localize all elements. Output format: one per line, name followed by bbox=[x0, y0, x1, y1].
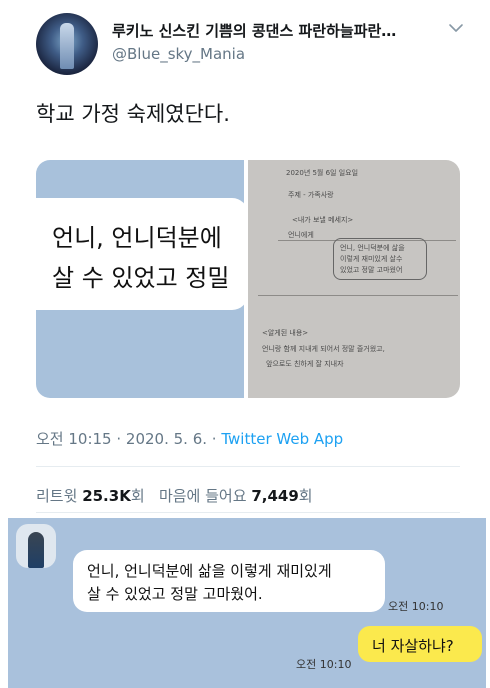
display-name[interactable]: 루키노 신스킨 기쁨의 콩댄스 파란하늘파란… bbox=[112, 20, 442, 41]
tweet-date[interactable]: 2020. 5. 6. bbox=[126, 430, 207, 448]
retweets-label: 리트윗 bbox=[36, 487, 78, 505]
media-image-chat-crop[interactable]: 언니, 언니덕분에 살 수 있었고 정밀 bbox=[36, 160, 248, 398]
worksheet-note-line-1: 언니랑 함께 지내게 되어서 정말 즐거웠고, bbox=[262, 345, 385, 353]
likes-unit: 회 bbox=[298, 487, 313, 505]
incoming-message-line-2: 살 수 있었고 정말 고마웠어. bbox=[87, 585, 263, 603]
outgoing-message-bubble: 너 자살하냐? bbox=[358, 626, 482, 662]
worksheet-title: <내가 보낼 메세지> bbox=[292, 216, 354, 224]
incoming-message-bubble: 언니, 언니덕분에 삶을 이렇게 재미있게 살 수 있었고 정말 고마웠어. bbox=[73, 550, 385, 612]
worksheet-rule-line bbox=[258, 295, 458, 296]
tweet-stats: 리트윗 25.3K회 마음에 들어요 7,449회 bbox=[36, 485, 313, 506]
divider bbox=[36, 512, 460, 513]
retweets-stat[interactable]: 리트윗 25.3K회 bbox=[36, 487, 145, 505]
worksheet-note-label: <알게된 내용> bbox=[262, 329, 309, 337]
chevron-down-icon[interactable] bbox=[446, 18, 466, 38]
media-image-worksheet[interactable]: 2020년 5월 6일 일요일 주제 - 가족사랑 <내가 보낼 메세지> 언니… bbox=[248, 160, 460, 398]
retweets-count: 25.3K bbox=[82, 487, 131, 505]
tweet-timestamp: 오전 10:15 · 2020. 5. 6. · Twitter Web App bbox=[36, 428, 343, 449]
likes-count: 7,449 bbox=[251, 487, 299, 505]
worksheet-note-line-2: 앞으로도 친하게 잘 지내자 bbox=[266, 360, 344, 368]
retweets-unit: 회 bbox=[130, 487, 145, 505]
tweet-text: 학교 가정 숙제였단다. bbox=[36, 102, 230, 126]
chat-screenshot-image[interactable]: 언니, 언니덕분에 삶을 이렇게 재미있게 살 수 있었고 정말 고마웠어. 오… bbox=[8, 518, 486, 688]
likes-label: 마음에 들어요 bbox=[158, 487, 247, 505]
outgoing-message-time: 오전 10:10 bbox=[296, 658, 352, 671]
meta-separator: · bbox=[207, 430, 222, 448]
likes-stat[interactable]: 마음에 들어요 7,449회 bbox=[159, 487, 313, 505]
chat-bubble-crop: 언니, 언니덕분에 살 수 있었고 정밀 bbox=[36, 198, 248, 310]
user-avatar[interactable] bbox=[36, 13, 98, 75]
worksheet-box-line-2: 이렇게 재미있게 살수 bbox=[340, 255, 403, 263]
bubble-crop-line-2: 살 수 있었고 정밀 bbox=[52, 264, 230, 292]
worksheet-box-line-3: 있었고 정말 고마웠어 bbox=[340, 266, 403, 274]
worksheet-date: 2020년 5월 6일 일요일 bbox=[286, 169, 359, 177]
user-handle[interactable]: @Blue_sky_Mania bbox=[112, 45, 245, 63]
bubble-crop-line-1: 언니, 언니덕분에 bbox=[52, 224, 222, 252]
meta-separator: · bbox=[111, 430, 126, 448]
worksheet-theme: 주제 - 가족사랑 bbox=[288, 191, 334, 199]
incoming-message-time: 오전 10:10 bbox=[388, 600, 444, 613]
outgoing-message-text: 너 자살하냐? bbox=[372, 637, 454, 655]
chat-avatar bbox=[16, 524, 56, 568]
worksheet-to: 언니에게 bbox=[288, 231, 314, 239]
worksheet-message-box: 언니, 언니덕분에 삶을 이렇게 재미있게 살수 있었고 정말 고마웠어 bbox=[333, 238, 427, 280]
tweet-time[interactable]: 오전 10:15 bbox=[36, 430, 112, 448]
source-app-link[interactable]: Twitter Web App bbox=[221, 430, 343, 448]
worksheet-box-line-1: 언니, 언니덕분에 삶을 bbox=[340, 244, 405, 252]
divider bbox=[36, 466, 460, 467]
tweet-media[interactable]: 언니, 언니덕분에 살 수 있었고 정밀 2020년 5월 6일 일요일 주제 … bbox=[36, 160, 460, 398]
incoming-message-line-1: 언니, 언니덕분에 삶을 이렇게 재미있게 bbox=[87, 562, 332, 580]
